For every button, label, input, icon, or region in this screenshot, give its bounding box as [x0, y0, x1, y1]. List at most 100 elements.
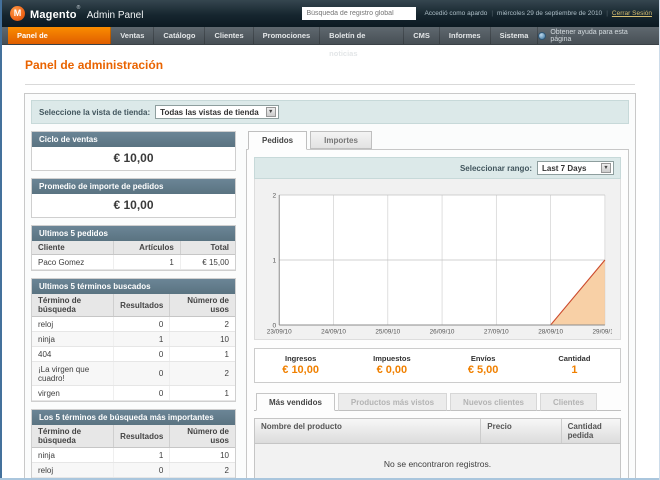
table-cell: 0 [114, 463, 170, 478]
table-header-row: Término de búsquedaResultadosNúmero de u… [32, 294, 235, 317]
store-view-select[interactable]: Todas las vistas de tienda ▼ [155, 105, 279, 119]
dashboard-panel: PedidosImportes Seleccionar rango: Last … [246, 131, 629, 480]
table-body: Paco Gomez1€ 15,00 [32, 255, 235, 270]
block-table: ClienteArtículosTotalPaco Gomez1€ 15,00 [32, 241, 235, 270]
block-title: Ultimos 5 pedidos [32, 226, 235, 241]
block-title: Ultimos 5 términos buscados [32, 279, 235, 294]
table-cell: 2 [170, 362, 235, 386]
logo-text: Magento® Admin Panel [30, 5, 143, 23]
header-bar: M Magento® Admin Panel Accedió como apar… [0, 0, 660, 27]
total-cantidad: Cantidad1 [529, 354, 620, 376]
tab-pedidos[interactable]: Pedidos [248, 131, 307, 150]
title-divider [25, 84, 635, 85]
range-select[interactable]: Last 7 Days ▼ [537, 161, 614, 175]
block-value: € 10,00 [32, 147, 235, 170]
total-label: Ingresos [255, 354, 346, 363]
svg-text:27/09/10: 27/09/10 [484, 329, 509, 336]
tab-m-s-vendidos[interactable]: Más vendidos [256, 393, 335, 411]
nav-item-cms[interactable]: CMS [404, 27, 440, 44]
column-header: Número de usos [170, 294, 235, 317]
help-link[interactable]: Obtener ayuda para esta página [550, 29, 650, 43]
nav-item-panel-de-administraci-n[interactable]: Panel de administración [8, 27, 111, 44]
svg-text:24/09/10: 24/09/10 [321, 329, 346, 336]
dashboard-panel-body: Seleccionar rango: Last 7 Days ▼ 01223/0… [246, 149, 629, 480]
tab-productos-m-s-vistos[interactable]: Productos más vistos [338, 393, 447, 411]
svg-text:1: 1 [273, 257, 277, 264]
store-view-bar: Seleccione la vista de tienda: Todas las… [31, 100, 629, 124]
totals-bar: Ingresos€ 10,00Impuestos€ 0,00Envíos€ 5,… [254, 348, 621, 383]
table-cell: 0 [114, 362, 170, 386]
main-nav: Panel de administraciónVentasCatálogoCli… [0, 27, 660, 45]
chevron-down-icon: ▼ [601, 163, 611, 173]
table-cell: 1 [114, 332, 170, 347]
table-row: 40401 [32, 347, 235, 362]
orders-chart: 01223/09/1024/09/1025/09/1026/09/1027/09… [254, 179, 621, 340]
tab-nuevos-clientes[interactable]: Nuevos clientes [450, 393, 537, 411]
svg-text:23/09/10: 23/09/10 [267, 329, 292, 336]
svg-text:29/09/10: 29/09/10 [592, 329, 612, 336]
bestsellers-grid: Nombre del productoPrecioCantidad pedida… [254, 418, 621, 480]
table-row: Paco Gomez1€ 15,00 [32, 255, 235, 270]
table-row: ¡La virgen que cuadro!02 [32, 362, 235, 386]
svg-text:26/09/10: 26/09/10 [430, 329, 455, 336]
table-cell: 1 [170, 347, 235, 362]
logout-link[interactable]: Cerrar Sesión [612, 10, 652, 17]
nav-item-sistema[interactable]: Sistema [491, 27, 539, 44]
logged-in-as: Accedió como apardo [424, 10, 487, 17]
nav-item-cat-logo[interactable]: Catálogo [154, 27, 205, 44]
total-label: Envíos [438, 354, 529, 363]
dashboard-block: Los 5 términos de búsqueda más important… [31, 409, 236, 480]
magento-admin-page: M Magento® Admin Panel Accedió como apar… [0, 0, 660, 480]
tab-importes[interactable]: Importes [310, 131, 372, 149]
block-value: € 10,00 [32, 194, 235, 217]
table-cell: 0 [114, 347, 170, 362]
magento-logo-icon: M [10, 6, 25, 21]
logo-title: Magento [30, 9, 77, 21]
grid-empty-message: No se encontraron registros. [255, 444, 620, 480]
table-cell: 1 [114, 255, 180, 270]
table-row: reloj02 [32, 317, 235, 332]
total-envíos: Envíos€ 5,00 [438, 354, 529, 376]
column-header: Artículos [114, 241, 180, 255]
nav-item-informes[interactable]: Informes [440, 27, 491, 44]
page-title: Panel de administración [25, 58, 163, 72]
nav-item-ventas[interactable]: Ventas [111, 27, 154, 44]
session-info: Accedió como apardo | miércoles 29 de se… [424, 10, 652, 17]
column-header: Resultados [114, 425, 170, 448]
grid-column-header: Precio [481, 419, 561, 443]
page-help[interactable]: Obtener ayuda para esta página [538, 27, 660, 44]
dashboard-block: Promedio de importe de pedidos€ 10,00 [31, 178, 236, 218]
table-cell: 10 [170, 332, 235, 347]
tab-clientes[interactable]: Clientes [540, 393, 597, 411]
logo-subtitle: Admin Panel [87, 10, 144, 21]
table-cell: ¡La virgen que cuadro! [32, 362, 114, 386]
table-cell: ninja [32, 448, 114, 463]
block-title: Ciclo de ventas [32, 132, 235, 147]
total-value: € 0,00 [346, 364, 437, 376]
table-cell: ninja [32, 332, 114, 347]
total-value: € 5,00 [438, 364, 529, 376]
table-head: Término de búsquedaResultadosNúmero de u… [32, 425, 235, 448]
column-header: Total [180, 241, 235, 255]
grid-header-row: Nombre del productoPrecioCantidad pedida [255, 419, 620, 444]
nav-item-promociones[interactable]: Promociones [254, 27, 321, 44]
table-cell: 2 [170, 463, 235, 478]
dashboard-block: Ultimos 5 pedidosClienteArtículosTotalPa… [31, 225, 236, 271]
nav-item-bolet-n-de-noticias[interactable]: Boletín de noticias [320, 27, 404, 44]
dashboard-block: Ultimos 5 términos buscadosTérmino de bú… [31, 278, 236, 402]
nav-item-clientes[interactable]: Clientes [205, 27, 253, 44]
table-cell: reloj [32, 463, 114, 478]
global-search-input[interactable] [302, 7, 416, 20]
table-cell: 0 [114, 386, 170, 401]
total-label: Cantidad [529, 354, 620, 363]
block-title: Promedio de importe de pedidos [32, 179, 235, 194]
table-cell: 404 [32, 347, 114, 362]
range-value: Last 7 Days [542, 164, 594, 173]
dashboard-block: Ciclo de ventas€ 10,00 [31, 131, 236, 171]
help-globe-icon [538, 32, 546, 40]
table-body: ninja110reloj02¡La virgen que cuadro!024… [32, 448, 235, 480]
column-header: Resultados [114, 294, 170, 317]
table-cell: 10 [170, 448, 235, 463]
table-cell: Paco Gomez [32, 255, 114, 270]
total-value: € 10,00 [255, 364, 346, 376]
